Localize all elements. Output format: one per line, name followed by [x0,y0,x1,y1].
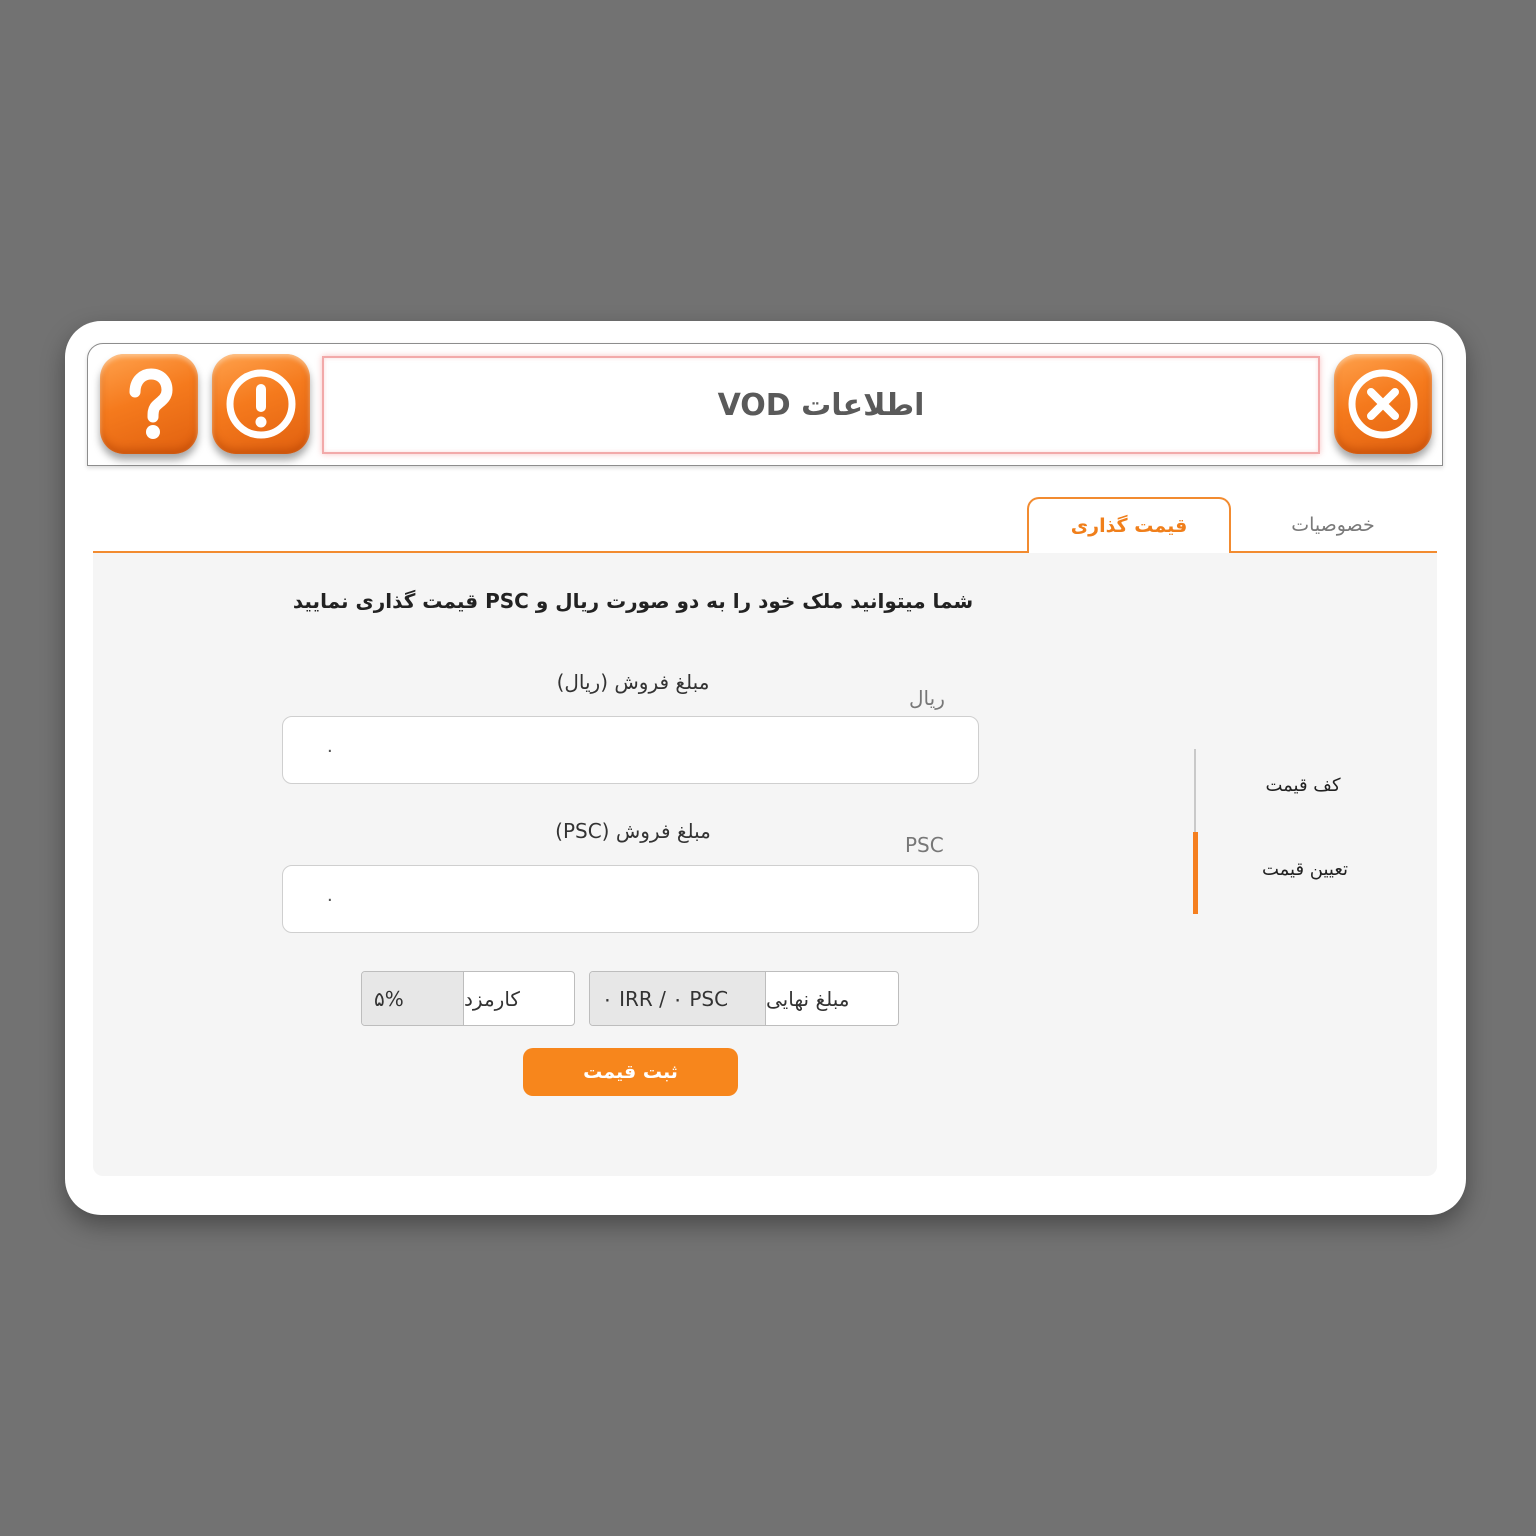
vod-info-window: اطلاعات VOD قیمت گذاری خصوصیات شما میتوا… [65,321,1466,1215]
final-amount-value: ۰ IRR / ۰ PSC [590,972,766,1025]
close-button[interactable] [1334,354,1432,454]
title-bar: اطلاعات VOD [87,343,1443,466]
final-amount-label: مبلغ نهایی [766,986,850,1011]
window-title: اطلاعات VOD [717,387,925,423]
sidenav-item-price-floor[interactable]: کف قیمت [1243,775,1363,796]
commission-label: کارمزد [464,986,520,1011]
commission-box: ۵% کارمزد [361,971,575,1026]
commission-value: ۵% [362,972,464,1025]
tab-pricing[interactable]: قیمت گذاری [1027,497,1231,553]
psc-price-input[interactable] [282,865,979,933]
help-button[interactable] [100,354,198,454]
rial-unit-label: ریال [909,686,945,710]
pricing-panel: شما میتوانید ملک خود را به دو صورت ریال … [93,553,1437,1176]
question-icon [129,368,173,439]
tab-features[interactable]: خصوصیات [1233,497,1433,553]
submit-price-button[interactable]: ثبت قیمت [523,1048,738,1096]
sidenav-active-indicator [1193,832,1198,914]
rial-price-input[interactable] [282,716,979,784]
intro-text: شما میتوانید ملک خود را به دو صورت ریال … [292,589,974,613]
tab-bar: قیمت گذاری خصوصیات [93,497,1437,553]
sidenav-track [1194,749,1196,834]
title-box: اطلاعات VOD [322,356,1320,454]
final-amount-box: ۰ IRR / ۰ PSC مبلغ نهایی [589,971,899,1026]
rial-price-label: مبلغ فروش (ریال) [556,670,710,694]
alert-button[interactable] [212,354,310,454]
psc-price-label: مبلغ فروش (PSC) [555,819,711,843]
exclamation-icon [226,369,296,439]
psc-unit-label: PSC [905,833,944,857]
close-icon [1348,369,1418,439]
sidenav-item-set-price[interactable]: تعیین قیمت [1243,859,1367,880]
